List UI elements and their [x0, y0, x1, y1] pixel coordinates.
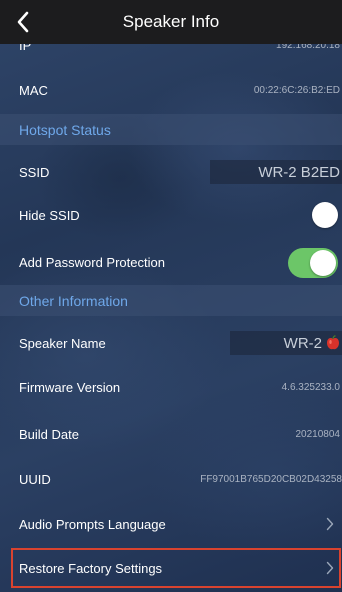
ssid-row[interactable]: SSID WR-2 B2ED [0, 155, 342, 189]
page-title: Speaker Info [122, 12, 220, 31]
toggle-knob [310, 250, 336, 276]
ssid-value: WR-2 B2ED [258, 163, 340, 181]
other-information-header: Other Information [0, 285, 342, 316]
uuid-label: UUID [19, 471, 51, 487]
audio-prompts-language-label: Audio Prompts Language [19, 516, 166, 532]
hide-ssid-label: Hide SSID [19, 207, 80, 223]
hotspot-status-header: Hotspot Status [0, 114, 342, 145]
uuid-row: UUID FF97001B765D20CB02D43258 [0, 464, 342, 494]
password-protection-label: Add Password Protection [19, 254, 165, 270]
chevron-right-icon [324, 517, 336, 531]
speaker-name-value: WR-2 [283, 334, 322, 352]
build-date-value: 20210804 [295, 428, 341, 440]
mac-label: MAC [19, 82, 48, 98]
mac-row: MAC 00:22:6C:26:B2:ED [0, 75, 342, 105]
nav-bar: Speaker Info [0, 0, 342, 44]
password-protection-toggle[interactable] [288, 248, 338, 278]
firmware-version-value: 4.6.325233.0 [281, 381, 340, 393]
toggle-knob [312, 202, 338, 228]
build-date-label: Build Date [19, 426, 79, 442]
mac-value: 00:22:6C:26:B2:ED [253, 84, 340, 96]
firmware-version-row: Firmware Version 4.6.325233.0 [0, 372, 342, 402]
firmware-version-label: Firmware Version [19, 379, 121, 395]
back-button[interactable] [12, 11, 34, 33]
build-date-row: Build Date 20210804 [0, 419, 342, 449]
speaker-name-row[interactable]: Speaker Name WR-2 [0, 328, 342, 358]
ssid-label: SSID [19, 164, 50, 180]
speaker-name-field[interactable]: WR-2 [230, 331, 342, 355]
chevron-left-icon [17, 11, 29, 33]
apple-icon [327, 335, 339, 350]
hide-ssid-toggle[interactable] [288, 200, 338, 230]
highlight-box [11, 548, 341, 588]
speaker-name-label: Speaker Name [19, 335, 106, 351]
audio-prompts-language-row[interactable]: Audio Prompts Language [0, 509, 342, 539]
uuid-value: FF97001B765D20CB02D43258 [200, 473, 342, 485]
ssid-field[interactable]: WR-2 B2ED [210, 160, 342, 184]
